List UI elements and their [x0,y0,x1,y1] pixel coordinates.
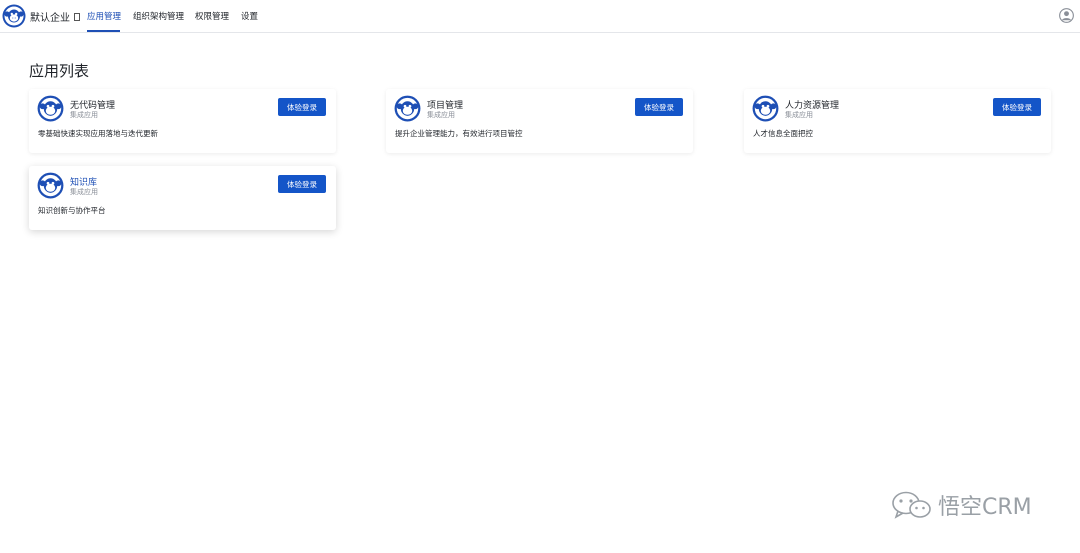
watermark-text: 悟空CRM [938,495,1032,520]
app-card: 人力资源管理 集成应用 人才信息全面把控 体验登录 [744,89,1051,153]
monkey-logo-icon[interactable] [2,4,26,28]
app-type: 集成应用 [70,188,98,196]
watermark: 悟空CRM [890,488,1032,522]
user-avatar-icon[interactable] [1059,8,1074,23]
dropdown-icon [74,12,80,21]
page-title: 应用列表 [29,62,90,80]
app-description: 提升企业管理能力，有效进行项目管控 [395,129,523,138]
trial-login-button[interactable]: 体验登录 [635,98,683,116]
nav-settings[interactable]: 设置 [241,10,258,22]
trial-login-button[interactable]: 体验登录 [278,175,326,193]
app-description: 人才信息全面把控 [753,129,813,138]
company-switcher[interactable]: 默认企业 [30,9,80,24]
nav-app-management[interactable]: 应用管理 [87,10,121,22]
app-card: 知识库 集成应用 知识创新与协作平台 体验登录 [29,166,336,230]
app-card: 无代码管理 集成应用 零基础快速实现应用落地与迭代更新 体验登录 [29,89,336,153]
monkey-logo-icon [394,95,421,122]
monkey-logo-icon [37,95,64,122]
trial-login-button[interactable]: 体验登录 [993,98,1041,116]
monkey-logo-icon [752,95,779,122]
nav-permissions[interactable]: 权限管理 [195,10,229,22]
app-type: 集成应用 [427,111,455,119]
app-description: 知识创新与协作平台 [38,206,106,215]
app-type: 集成应用 [785,111,813,119]
app-type: 集成应用 [70,111,98,119]
app-description: 零基础快速实现应用落地与迭代更新 [38,129,158,138]
app-card: 项目管理 集成应用 提升企业管理能力，有效进行项目管控 体验登录 [386,89,693,153]
nav-org-structure[interactable]: 组织架构管理 [133,10,184,22]
active-tab-indicator [87,30,120,32]
trial-login-button[interactable]: 体验登录 [278,98,326,116]
monkey-logo-icon [37,172,64,199]
company-name: 默认企业 [30,13,70,24]
wechat-icon [892,491,931,519]
top-bar: 默认企业 应用管理 组织架构管理 权限管理 设置 [0,0,1080,33]
